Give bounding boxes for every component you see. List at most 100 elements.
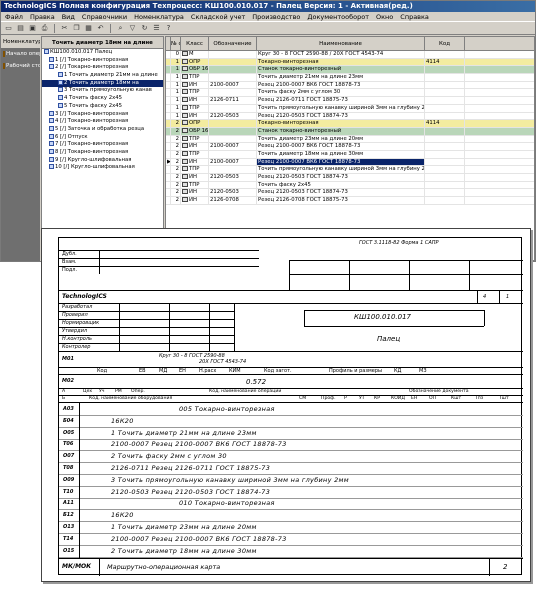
column-header-a: Код, наименование операции (209, 389, 282, 394)
new-icon[interactable]: ▭ (4, 24, 13, 33)
nav-item-operation-start[interactable]: Начало операции (1, 48, 40, 60)
grid-header-class[interactable]: Класс (181, 37, 209, 50)
row-designation (209, 66, 257, 74)
route-line-text: 1 Точить диаметр 23мм на длине 20мм (111, 523, 257, 531)
cut-icon[interactable]: ✂ (60, 24, 69, 33)
menu-item[interactable]: Номенклатура (134, 12, 184, 21)
nav-item-desktop[interactable]: Рабочий стол (1, 60, 40, 72)
save-icon[interactable]: ▣ (28, 24, 37, 33)
help-icon[interactable]: ? (164, 24, 173, 33)
tree-item-label: 10 [/] Кругло-шлифовальная (55, 164, 135, 171)
tree-item[interactable]: 2 [/] Токарно-винторезная (42, 64, 163, 72)
grid-row[interactable]: 1 ТПР Точить прямоугольную канавку шириной… (166, 104, 534, 113)
tree-node-icon (49, 110, 54, 116)
grid-header-num[interactable]: № стр (171, 37, 181, 50)
tree-item[interactable]: 2 Точить диаметр 18мм на (42, 79, 163, 88)
grid-row[interactable]: 2 ТПР Точить прямоугольную канавку шириной… (166, 166, 534, 174)
grid-row[interactable]: 0 М Круг 30 - 8 ГОСТ 2590-88 / 20Х ГОСТ 45… (166, 51, 534, 59)
class-label: ИН (189, 112, 197, 119)
grid-header-designation[interactable]: Обозначение (209, 37, 257, 50)
tree-item[interactable]: 3 [/] Токарно-винторезная (42, 110, 163, 119)
row-name: Станок токарно-винторезный (257, 66, 425, 74)
route-line-code: О15 (63, 547, 75, 554)
menu-item[interactable]: Документооборот (307, 12, 369, 21)
class-label: ТПР (189, 74, 200, 81)
grid-row[interactable]: 1 ИН 2120-0503 Резец 2120-0503 ГОСТ 18874-7… (166, 112, 534, 121)
grid-row[interactable]: 1 ИН 2126-0711 Резец 2126-0711 ГОСТ 18875-7… (166, 97, 534, 105)
tree-item[interactable]: 4 [/] Токарно-винторезная (42, 118, 163, 126)
tree-item[interactable]: 8 [/] Токарно-винторезная (42, 148, 163, 157)
refresh-icon[interactable]: ↻ (140, 24, 149, 33)
grid-row[interactable]: 2 ТПР Точить диаметр 23мм на длине 20мм (166, 135, 534, 144)
nav-item-nomenclature[interactable]: Номенклатура (1, 36, 40, 48)
menu-item[interactable]: Складской учет (191, 12, 245, 21)
undo-icon[interactable]: ↶ (96, 24, 105, 33)
print-icon[interactable]: ⎙ (40, 24, 49, 33)
route-line-code: О09 (63, 476, 75, 483)
grid-row[interactable]: 1 ТПР Точить диаметр 21мм на длине 23мм (166, 74, 534, 82)
grid-row[interactable]: 2 ОБР 16К20 Станок токарно-винторезный (166, 127, 534, 136)
grid-row[interactable]: 2 ИН 2100-0007 Резец 2100-0007 ВК6 ГОСТ 188… (166, 143, 534, 151)
grid-row[interactable]: 2 ИН 2120-0503 Резец 2120-0503 ГОСТ 18874-7… (166, 174, 534, 182)
route-line-text: 2 Точить диаметр 18мм на длине 30мм (111, 546, 257, 555)
tree-item-label: 3 Точить прямоугольную канав (64, 87, 152, 94)
tree-item[interactable]: 5 Точить фаску 2х45 (42, 102, 163, 111)
menu-item[interactable]: Файл (5, 12, 23, 21)
row-code (425, 181, 465, 189)
tree-item[interactable]: 10 [/] Кругло-шлифовальная (42, 164, 163, 172)
row-number: 1 (171, 74, 181, 81)
tree-item[interactable]: 1 Точить диаметр 21мм на длине (42, 72, 163, 80)
find-icon[interactable]: ⌕ (116, 24, 125, 33)
menu-item[interactable]: Окно (376, 12, 393, 21)
row-name: Резец 2100-0007 ВК6 ГОСТ 18878-73 (257, 143, 425, 150)
row-designation: 2100-0007 (209, 143, 257, 150)
grid-row[interactable]: ▶ 2 ИН 2100-0007 Резец 2100-0007 ВК6 ГОСТ 18… (166, 158, 534, 167)
menu-item[interactable]: Производство (252, 12, 300, 21)
paste-icon[interactable]: ▦ (84, 24, 93, 33)
signature-role: Проверил (62, 312, 88, 318)
copy-icon[interactable]: ❐ (72, 24, 81, 33)
row-name: Круг 30 - 8 ГОСТ 2590-88 / 20Х ГОСТ 4543… (257, 51, 425, 58)
tree-item[interactable]: 9 [/] Кругло-шлифовальная (42, 156, 163, 165)
tree-item[interactable]: 7 [/] Токарно-винторезная (42, 141, 163, 149)
row-name: Точить диаметр 18мм на длине 30мм (257, 150, 425, 158)
row-class: ОБР 16К20 (181, 127, 209, 135)
row-class: ТПР (181, 181, 209, 189)
folder-icon (3, 51, 5, 57)
menu-item[interactable]: Правка (30, 12, 55, 21)
grid-row[interactable]: 2 ТПР Точить фаску 2х45 (166, 181, 534, 190)
grid-row[interactable]: 1 ОПР Токарно-винторезная 4114 (166, 58, 534, 67)
tree-item[interactable]: 5 [/] Заточка и обработка резца (42, 125, 163, 134)
grid-row[interactable]: 2 ИН 2120-0503 Резец 2120-0503 ГОСТ 18874-7… (166, 189, 534, 198)
tree-item[interactable]: 3 Точить прямоугольную канав (42, 87, 163, 95)
grid-row[interactable]: 1 ОБР 16К20 Станок токарно-винторезный (166, 66, 534, 75)
menu-item[interactable]: Справка (400, 12, 429, 21)
filter-icon[interactable]: ▽ (128, 24, 137, 33)
grid-row[interactable]: 2 ИН 2126-0708 Резец 2126-0708 ГОСТ 18875-7… (166, 197, 534, 205)
grid-row[interactable]: 2 ТПР Точить диаметр 18мм на длине 30мм (166, 150, 534, 159)
grid-row[interactable]: 1 ТПР Точить фаску 2мм с углом 30 (166, 89, 534, 98)
route-line-code: Б04 (63, 417, 74, 424)
row-name: Резец 2100-0007 ВК6 ГОСТ 18878-73 (257, 81, 425, 89)
grid-header-name[interactable]: Наименование (257, 37, 425, 50)
tree-item[interactable]: 6 [/] Отпуск (42, 133, 163, 142)
row-name: Точить фаску 2х45 (257, 181, 425, 189)
props-icon[interactable]: ☰ (152, 24, 161, 33)
route-line-code: Т10 (63, 488, 74, 495)
menu-item[interactable]: Вид (62, 12, 75, 21)
open-icon[interactable]: ▤ (16, 24, 25, 33)
tree-node-icon (49, 156, 54, 162)
tree-item[interactable]: КШ100.010.017 Палец (42, 49, 163, 57)
grid-header-code[interactable]: Код (425, 37, 465, 50)
grid-row[interactable]: 2 ОПР Токарно-винторезная 4114 (166, 120, 534, 128)
class-icon (182, 74, 188, 80)
menu-item[interactable]: Справочники (82, 12, 127, 21)
class-icon (182, 58, 188, 64)
grid-row[interactable]: 1 ИН 2100-0007 Резец 2100-0007 ВК6 ГОСТ 188… (166, 81, 534, 90)
tree-item[interactable]: 1 [/] Токарно-винторезная (42, 56, 163, 65)
grid-header: № стр Класс Обозначение Наименование Код (166, 37, 534, 51)
tree-item-label: 4 [/] Токарно-винторезная (55, 118, 129, 125)
row-name: Резец 2100-0007 ВК6 ГОСТ 18878-73 (257, 158, 425, 166)
tree-item[interactable]: 4 Точить фаску 2х45 (42, 95, 163, 103)
row-designation: 2120-0503 (209, 189, 257, 197)
